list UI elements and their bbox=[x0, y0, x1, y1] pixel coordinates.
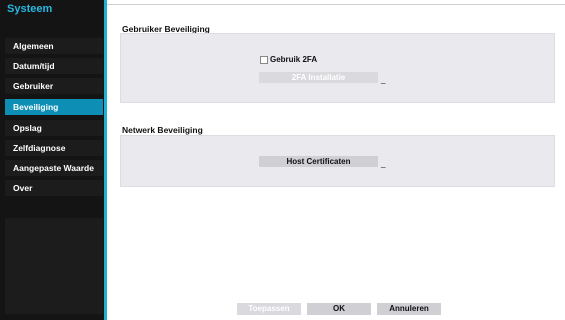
sidebar-title: Systeem bbox=[7, 3, 53, 15]
sidebar-item-aangepaste-waarde[interactable]: Aangepaste Waarde bbox=[5, 160, 103, 176]
sidebar-item-gebruiker[interactable]: Gebruiker bbox=[5, 78, 103, 94]
user-security-panel bbox=[120, 33, 555, 103]
sidebar-item-algemeen[interactable]: Algemeen bbox=[5, 38, 103, 54]
cancel-button[interactable]: Annuleren bbox=[377, 303, 441, 315]
use-2fa-label: Gebruik 2FA bbox=[270, 55, 318, 64]
use-2fa-row[interactable]: Gebruik 2FA bbox=[260, 55, 317, 64]
apply-button[interactable]: Toepassen bbox=[237, 303, 301, 315]
host-certificates-more-icon[interactable]: _ bbox=[381, 160, 385, 168]
sidebar: Systeem Algemeen Datum/tijd Gebruiker Be… bbox=[0, 0, 107, 320]
2fa-setup-more-icon[interactable]: _ bbox=[381, 76, 385, 84]
sidebar-item-datum-tijd[interactable]: Datum/tijd bbox=[5, 58, 103, 74]
sidebar-item-beveiliging[interactable]: Beveiliging bbox=[5, 99, 103, 115]
sidebar-item-opslag[interactable]: Opslag bbox=[5, 120, 103, 136]
sidebar-empty-area bbox=[5, 218, 103, 314]
sidebar-item-over[interactable]: Over bbox=[5, 180, 103, 196]
content-top-divider bbox=[107, 4, 565, 5]
network-security-title: Netwerk Beveiliging bbox=[122, 125, 203, 135]
host-certificates-button[interactable]: Host Certificaten bbox=[259, 156, 378, 167]
ok-button[interactable]: OK bbox=[307, 303, 371, 315]
use-2fa-checkbox[interactable] bbox=[260, 55, 268, 64]
sidebar-item-zelfdiagnose[interactable]: Zelfdiagnose bbox=[5, 140, 103, 156]
2fa-setup-button[interactable]: 2FA Installatie bbox=[259, 72, 378, 83]
